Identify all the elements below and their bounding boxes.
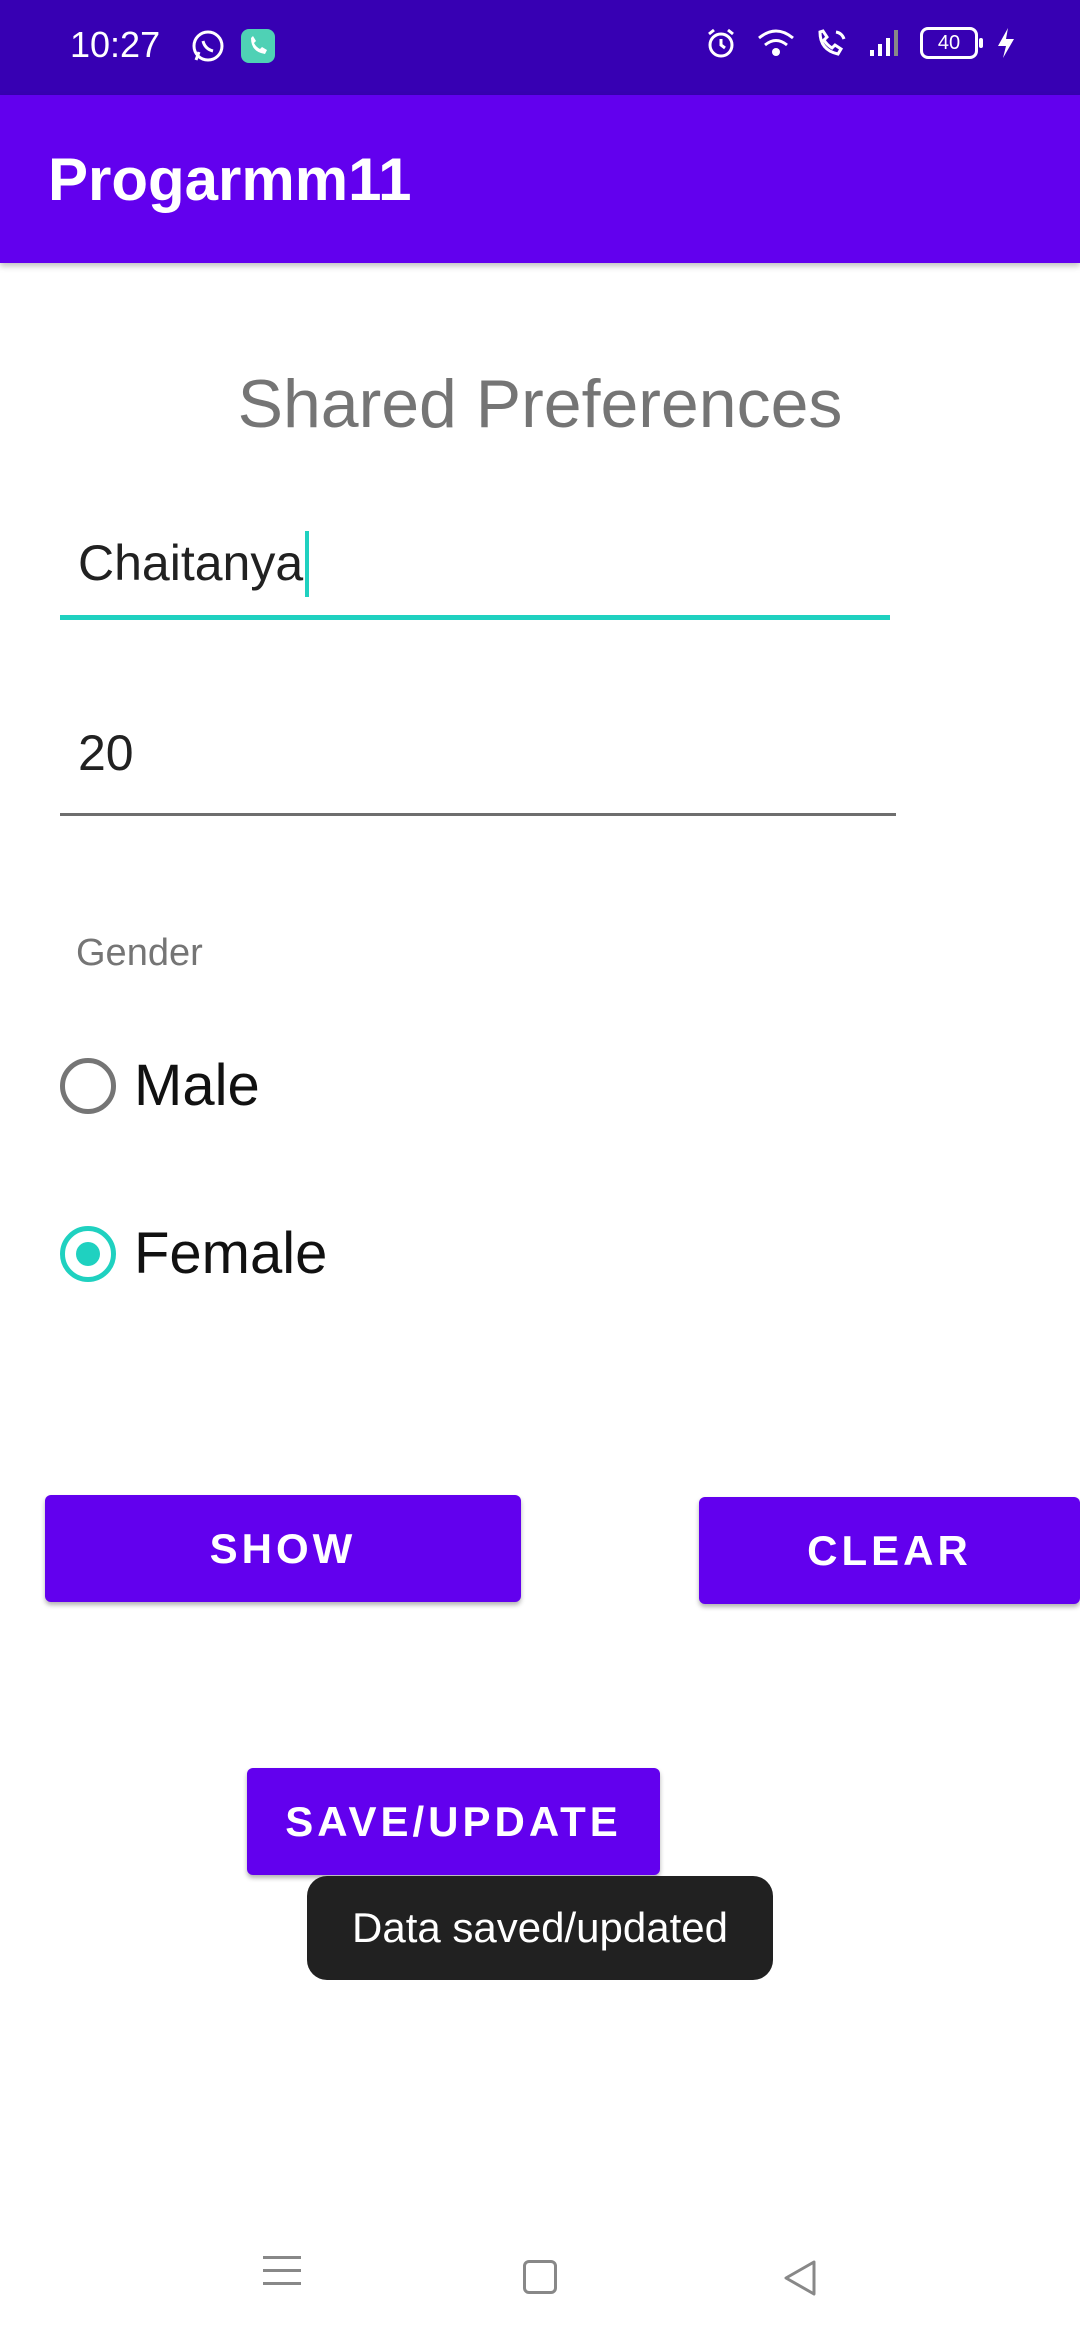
app-title: Progarmm11 [48,146,412,213]
radio-female[interactable]: Female [60,1220,327,1287]
save-update-button[interactable]: SAVE/UPDATE [247,1768,660,1875]
phone-call-icon [241,29,275,63]
radio-male-label[interactable]: Male [134,1052,260,1119]
toast-message: Data saved/updated [307,1876,773,1980]
gender-label: Gender [76,932,203,974]
name-field-value: Chaitanya [78,530,310,597]
name-field-underline [60,615,890,620]
menu-icon[interactable] [263,2256,301,2295]
back-icon[interactable] [780,2258,820,2298]
radio-female-label[interactable]: Female [134,1220,327,1287]
age-field[interactable]: 20 [60,710,896,816]
text-cursor [305,530,310,597]
radio-male[interactable]: Male [60,1052,260,1119]
radio-male-circle[interactable] [60,1057,116,1114]
age-field-underline [60,813,896,816]
status-right-icons: 40 [704,26,1016,60]
whatsapp-icon [192,30,224,62]
show-button[interactable]: SHOW [45,1495,521,1602]
name-field[interactable]: Chaitanya [60,520,890,620]
radio-female-circle[interactable] [60,1225,116,1282]
page-heading: Shared Preferences [237,366,843,442]
status-bar: 10:27 40 [0,0,1080,95]
charging-icon [998,28,1014,58]
notification-icons [190,28,276,64]
age-field-value: 20 [78,725,134,781]
status-time: 10:27 [70,24,161,65]
alarm-icon [708,28,734,58]
home-icon[interactable] [523,2260,557,2294]
battery-icon: 40 [920,27,983,59]
clear-button[interactable]: CLEAR [699,1497,1080,1604]
navigation-bar [0,2230,1080,2340]
signal-icon [870,30,898,56]
app-bar: Progarmm11 [0,95,1080,263]
wifi-icon [758,29,794,56]
wifi-calling-icon [818,29,846,56]
